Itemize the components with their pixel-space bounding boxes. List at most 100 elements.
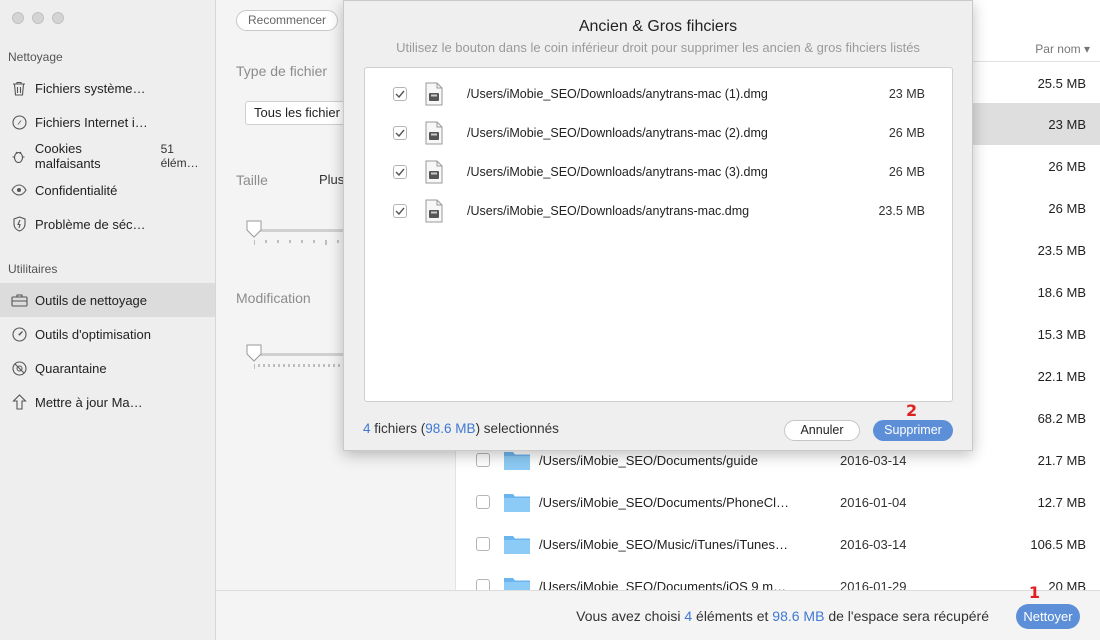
zoom-window-button[interactable]	[52, 12, 64, 24]
sidebar-item-cleaning-tools[interactable]: Outils de nettoyage	[0, 283, 215, 317]
disk-image-icon	[425, 160, 443, 183]
file-path: /Users/iMobie_SEO/Downloads/anytrans-mac…	[467, 164, 768, 179]
list-item[interactable]: /Users/iMobie_SEO/Downloads/anytrans-mac…	[365, 113, 952, 152]
minimize-window-button[interactable]	[32, 12, 44, 24]
sidebar-item-label: Outils d'optimisation	[35, 326, 151, 342]
sidebar-item-label: Problème de séc…	[35, 216, 146, 232]
step-marker-2: 2	[906, 401, 918, 420]
selected-count: 4	[684, 608, 693, 624]
sidebar-item-label: Fichiers système…	[35, 80, 146, 96]
size-value: Plus	[319, 172, 345, 187]
size-slider[interactable]	[246, 220, 356, 250]
selected-size: 98.6 MB	[772, 608, 825, 624]
quarantine-icon	[10, 359, 28, 377]
sidebar-item-update[interactable]: Mettre à jour Ma…	[0, 385, 215, 419]
file-size: 23 MB	[888, 86, 925, 101]
file-size: 26 MB	[888, 125, 925, 140]
sidebar-item-cookies[interactable]: Cookies malfaisants 51 élém…	[0, 139, 215, 173]
slider-ticks	[254, 364, 350, 369]
file-size: 23 MB	[1048, 116, 1086, 132]
row-checkbox[interactable]	[476, 537, 490, 551]
row-checkbox[interactable]	[476, 495, 490, 509]
gauge-icon	[10, 325, 28, 343]
file-checkbox[interactable]	[393, 203, 407, 218]
step-marker-1: 1	[1028, 583, 1040, 602]
shield-icon	[10, 215, 28, 233]
delete-button[interactable]: Supprimer	[873, 420, 953, 441]
dialog-selection-summary: 4 fichiers (98.6 MB) selectionnés	[363, 421, 559, 436]
file-size: 106.5 MB	[1030, 536, 1086, 552]
eye-icon	[10, 181, 28, 199]
sidebar-item-label: Cookies malfaisants	[34, 141, 101, 171]
toolbox-icon	[10, 291, 28, 309]
modification-slider[interactable]	[246, 344, 356, 374]
sidebar-item-optimization-tools[interactable]: Outils d'optimisation	[0, 317, 215, 351]
summary-text: Vous avez choisi	[576, 608, 685, 624]
checkmark-icon	[395, 90, 405, 98]
sidebar-item-internet-files[interactable]: Fichiers Internet i…	[0, 105, 215, 139]
file-checkbox[interactable]	[393, 164, 407, 179]
file-size: 18.6 MB	[1037, 284, 1086, 300]
sidebar-item-count: 51 élém…	[160, 142, 199, 170]
file-size: 15.3 MB	[1037, 326, 1086, 342]
row-checkbox[interactable]	[476, 453, 490, 467]
file-type-label: Type de fichier	[236, 63, 328, 79]
checkmark-icon	[395, 129, 405, 137]
file-date: 2016-03-14	[840, 536, 907, 552]
dialog-title: Ancien & Gros fihciers	[578, 18, 738, 35]
list-item[interactable]: /Users/iMobie_SEO/Downloads/anytrans-mac…	[365, 152, 952, 191]
clean-button[interactable]: Nettoyer	[1016, 604, 1080, 629]
sidebar-item-privacy[interactable]: Confidentialité	[0, 173, 215, 207]
file-date: 2016-01-04	[840, 494, 907, 510]
selection-summary: Vous avez choisi 4 éléments et 98.6 MB d…	[576, 608, 989, 624]
list-item[interactable]: /Users/iMobie_SEO/Downloads/anytrans-mac…	[365, 74, 952, 113]
list-item[interactable]: /Users/iMobie_SEO/Downloads/anytrans-mac…	[365, 191, 952, 230]
file-size: 12.7 MB	[1037, 494, 1086, 510]
disk-image-icon	[425, 82, 443, 105]
dialog-file-list: /Users/iMobie_SEO/Downloads/anytrans-mac…	[364, 67, 953, 402]
selected-file-count: 4	[363, 421, 371, 436]
restart-button[interactable]: Recommencer	[236, 10, 339, 31]
file-checkbox[interactable]	[393, 125, 407, 140]
disk-image-icon	[425, 121, 443, 144]
file-size: 23.5 MB	[1037, 242, 1086, 258]
section-title-nettoyage: Nettoyage	[8, 50, 63, 64]
bug-icon	[10, 147, 28, 165]
sidebar: Nettoyage Fichiers système… Fichiers Int…	[0, 0, 216, 640]
file-size: 23.5 MB	[878, 203, 925, 218]
file-checkbox[interactable]	[393, 86, 407, 101]
summary-text: éléments et	[692, 608, 773, 624]
folder-icon	[504, 536, 530, 554]
file-path: /Users/iMobie_SEO/Downloads/anytrans-mac…	[467, 86, 768, 101]
summary-text: fichiers (	[370, 421, 426, 436]
file-path: /Users/iMobie_SEO/Music/iTunes/iTunes…	[539, 536, 789, 552]
table-row[interactable]: /Users/iMobie_SEO/Documents/PhoneCle… 20…	[456, 481, 1100, 523]
folder-icon	[504, 494, 530, 512]
sidebar-item-quarantine[interactable]: Quarantaine	[0, 351, 215, 385]
table-row[interactable]: /Users/iMobie_SEO/Music/iTunes/iTunes… 2…	[456, 523, 1100, 565]
sort-label: Par nom	[1035, 42, 1081, 56]
checkmark-icon	[395, 168, 405, 176]
file-path: /Users/iMobie_SEO/Downloads/anytrans-mac…	[467, 203, 750, 218]
slider-thumb[interactable]	[246, 220, 262, 238]
sort-by-name-button[interactable]: Par nom ▾	[1035, 42, 1090, 56]
cancel-button[interactable]: Annuler	[784, 420, 860, 441]
slider-track	[252, 353, 356, 356]
window-controls	[12, 12, 64, 24]
compass-icon	[10, 113, 28, 131]
sidebar-item-system-files[interactable]: Fichiers système…	[0, 71, 215, 105]
sidebar-item-security[interactable]: Problème de séc…	[0, 207, 215, 241]
update-arrow-icon	[10, 393, 28, 411]
caret-down-icon: ▾	[1083, 42, 1090, 56]
close-window-button[interactable]	[12, 12, 24, 24]
sidebar-item-label: Fichiers Internet i…	[35, 114, 148, 130]
sidebar-item-label: Quarantaine	[35, 360, 107, 376]
summary-text: ) selectionnés	[475, 421, 559, 436]
slider-thumb[interactable]	[246, 344, 262, 362]
file-path: /Users/iMobie_SEO/Documents/guide	[539, 452, 758, 468]
slider-track	[252, 229, 356, 232]
file-date: 2016-03-14	[840, 452, 907, 468]
checkmark-icon	[395, 207, 405, 215]
trash-icon	[10, 79, 28, 97]
file-path: /Users/iMobie_SEO/Documents/PhoneCle…	[539, 494, 789, 510]
